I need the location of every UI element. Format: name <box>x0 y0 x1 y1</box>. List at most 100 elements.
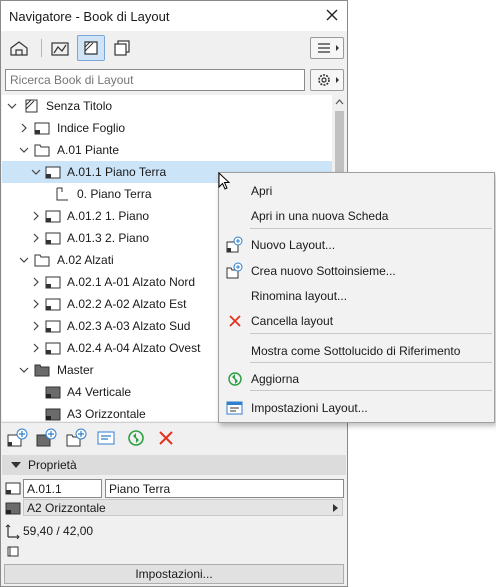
chevron-down-icon[interactable] <box>6 100 18 112</box>
collapse-triangle-icon <box>11 462 21 468</box>
layout-settings-icon[interactable] <box>95 427 117 449</box>
refresh-icon <box>228 372 242 386</box>
menu-item-layout-settings[interactable]: Impostazioni Layout... <box>219 396 494 418</box>
layout-icon <box>45 166 61 179</box>
properties-header[interactable]: Proprietà <box>2 455 346 475</box>
menu-separator <box>250 390 492 391</box>
layout-action-bar <box>1 422 347 452</box>
menu-item-open-new-tab[interactable]: Apri in una nuova Scheda <box>219 204 494 226</box>
master-row: A2 Orizzontale <box>1 498 347 520</box>
menu-item-refresh[interactable]: Aggiorna <box>219 367 494 389</box>
menu-item-show-as-trace-reference[interactable]: Mostra come Sottolucido di Riferimento <box>219 339 494 361</box>
menu-item-label: Cancella layout <box>251 314 334 328</box>
master-layout-icon <box>5 502 21 515</box>
dropdown-arrow-icon <box>333 504 338 512</box>
project-map-button[interactable] <box>5 35 33 61</box>
tree-item-label: A.02.4 A-04 Alzato Ovest <box>67 341 201 355</box>
layout-id-field[interactable]: A.01.1 <box>23 479 102 498</box>
delete-icon[interactable] <box>155 427 177 449</box>
new-subset-icon <box>226 262 243 279</box>
menu-item-label: Aggiorna <box>251 372 300 386</box>
tree-item-label: A.01.2 1. Piano <box>67 209 150 223</box>
properties-title: Proprietà <box>28 458 77 472</box>
tree-item[interactable]: A.01 Piante <box>2 139 332 161</box>
master-value: A2 Orizzontale <box>27 501 106 515</box>
delete-icon <box>229 315 241 327</box>
tree-item-label: A4 Verticale <box>67 385 132 399</box>
size-row: 59,40 / 42,00 <box>1 520 347 542</box>
chevron-down-icon[interactable] <box>18 364 30 376</box>
book-icon <box>25 99 38 113</box>
master-dropdown[interactable]: A2 Orizzontale <box>23 499 343 516</box>
context-menu: Apri Apri in una nuova Scheda Nuovo Layo… <box>218 172 495 423</box>
chevron-right-icon[interactable] <box>30 232 42 244</box>
menu-separator <box>250 362 492 363</box>
refresh-icon[interactable] <box>125 427 147 449</box>
new-subset-icon[interactable] <box>65 427 87 449</box>
menu-item-label: Nuovo Layout... <box>251 238 336 252</box>
chevron-down-icon[interactable] <box>18 144 30 156</box>
page-icon <box>7 546 19 557</box>
menu-item-delete[interactable]: Cancella layout <box>219 309 494 331</box>
chevron-right-icon[interactable] <box>30 342 42 354</box>
layout-icon <box>5 482 21 495</box>
menu-separator <box>250 333 492 334</box>
publisher-sets-button[interactable] <box>108 35 136 61</box>
layout-icon <box>45 210 61 223</box>
view-map-icon <box>51 42 69 56</box>
menu-item-label: Impostazioni Layout... <box>251 401 368 415</box>
close-icon[interactable] <box>324 7 340 23</box>
folder-icon <box>34 144 50 157</box>
chevron-right-icon[interactable] <box>30 298 42 310</box>
id-name-row: A.01.1 Piano Terra <box>1 478 347 500</box>
size-value: 59,40 / 42,00 <box>23 524 94 538</box>
search-settings-button[interactable] <box>310 69 344 91</box>
chevron-down-icon[interactable] <box>18 254 30 266</box>
view-map-button[interactable] <box>46 35 74 61</box>
layout-book-button[interactable] <box>77 35 105 61</box>
layout-icon <box>45 298 61 311</box>
menu-item-open[interactable]: Apri <box>219 179 494 201</box>
menu-item-new-layout[interactable]: Nuovo Layout... <box>219 233 494 255</box>
layout-name-field[interactable]: Piano Terra <box>105 479 344 498</box>
toolbar-separator <box>41 39 42 57</box>
master-layout-icon <box>45 386 61 399</box>
chevron-right-icon[interactable] <box>30 210 42 222</box>
tree-item-label: A.02 Alzati <box>57 253 114 267</box>
scroll-up-icon[interactable] <box>332 95 347 109</box>
tree-root-label: Senza Titolo <box>46 99 113 113</box>
chevron-right-icon[interactable] <box>30 320 42 332</box>
tree-item[interactable]: Indice Foglio <box>2 117 332 139</box>
tree-item-label: A.01.1 Piano Terra <box>67 165 167 179</box>
size-icon <box>5 524 20 539</box>
search-input[interactable] <box>5 69 305 91</box>
title-bar: Navigatore - Book di Layout <box>1 1 347 31</box>
menu-item-new-subset[interactable]: Crea nuovo Sottoinsieme... <box>219 259 494 281</box>
tree-item-label: A.02.2 A-02 Alzato Est <box>67 297 187 311</box>
menu-item-label: Crea nuovo Sottoinsieme... <box>251 264 396 278</box>
settings-button[interactable]: Impostazioni... <box>4 564 344 584</box>
layout-icon <box>45 276 61 289</box>
menu-item-label: Apri in una nuova Scheda <box>251 209 389 223</box>
folder-icon <box>34 254 50 267</box>
menu-item-rename[interactable]: Rinomina layout... <box>219 284 494 306</box>
view-toolbar <box>1 31 347 65</box>
layout-icon <box>45 342 61 355</box>
publisher-icon <box>114 40 130 56</box>
chevron-right-icon[interactable] <box>30 276 42 288</box>
new-layout-icon[interactable] <box>6 427 28 449</box>
chevron-down-icon[interactable] <box>30 166 42 178</box>
window-title: Navigatore - Book di Layout <box>9 9 170 24</box>
chevron-right-icon[interactable] <box>18 122 30 134</box>
gear-icon <box>318 74 339 86</box>
tree-item-label: A3 Orizzontale <box>67 407 146 421</box>
panel-menu-button[interactable] <box>310 37 344 59</box>
tree-item-label: 0. Piano Terra <box>77 187 152 201</box>
drawing-icon <box>56 187 68 201</box>
tree-item-label: Indice Foglio <box>57 121 126 135</box>
master-folder-icon <box>34 364 50 377</box>
new-master-icon[interactable] <box>35 427 57 449</box>
tree-item-label: A.02.1 A-01 Alzato Nord <box>67 275 196 289</box>
tree-item-label: A.02.3 A-03 Alzato Sud <box>67 319 191 333</box>
tree-root[interactable]: Senza Titolo <box>2 95 332 117</box>
